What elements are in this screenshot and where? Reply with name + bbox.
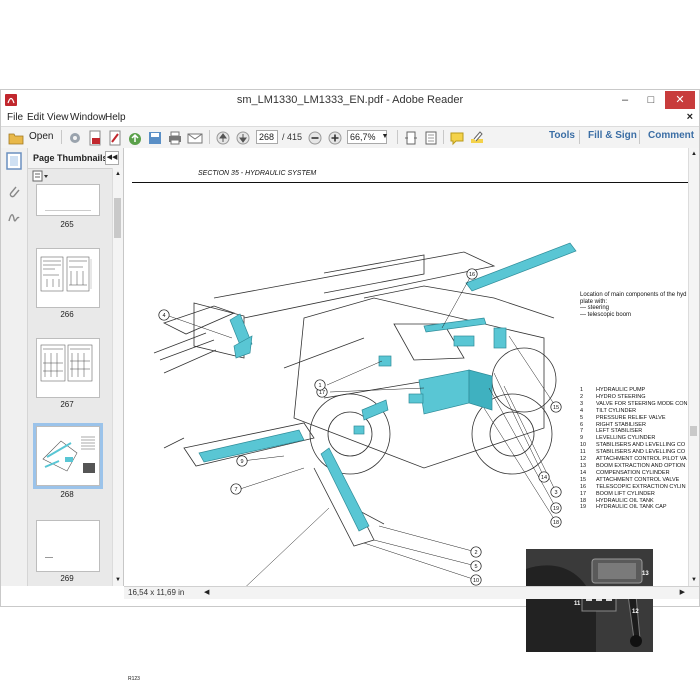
callout-label: 10 [473,578,479,584]
page-thumbnails-icon[interactable] [6,152,22,170]
callout-label: 7 [234,487,237,493]
email-icon[interactable] [187,130,203,146]
thumbnails-scrollbar[interactable]: ▲ ▼ [112,168,123,586]
thumbnail-page-number: 267 [60,400,74,409]
upload-icon[interactable] [127,130,143,146]
scroll-left-icon[interactable]: ◀ [204,588,209,596]
callout-label: 14 [541,475,547,481]
next-page-icon[interactable] [235,130,251,146]
page-size: 16,54 x 11,69 in [128,588,185,597]
zoom-out-icon[interactable] [307,130,323,146]
callout-label: 19 [553,506,559,512]
tools-tab[interactable]: Tools [549,130,575,141]
callout-label: 17 [319,390,325,396]
window-title: sm_LM1330_LM1333_EN.pdf - Adobe Reader [236,94,464,106]
callout-label: 15 [553,405,559,411]
edit-pdf-icon[interactable] [107,130,123,146]
thumbnail-page-selected[interactable] [33,423,103,489]
zoom-in-icon[interactable] [327,130,343,146]
page-total: / 415 [282,132,303,142]
fit-page-icon[interactable] [403,130,419,146]
thumbnail-page-number: 265 [60,220,74,229]
menu-edit[interactable]: Edit [27,112,44,123]
close-button[interactable]: ✕ [665,91,695,109]
callout-label: 1 [318,383,321,389]
toolbar-separator [209,130,210,144]
thumbnail-page-number: 268 [60,490,74,499]
thumbnail-options-icon[interactable] [32,170,50,182]
status-bar: 16,54 x 11,69 in ◀ ▶ [124,586,699,599]
highlight-icon[interactable] [469,130,485,146]
adobe-reader-window: sm_LM1330_LM1333_EN.pdf - Adobe Reader –… [0,89,700,682]
collapse-panel-button[interactable]: ◀◀ [105,151,119,165]
menu-file[interactable]: File [7,112,23,123]
callout-label: 9 [240,459,243,465]
menu-help[interactable]: Help [105,112,126,123]
folder-open-icon[interactable] [8,130,24,146]
panel-header: Page Thumbnails ◀◀ [28,148,123,169]
signatures-icon[interactable] [7,210,21,224]
instrument-panel-photo: 13 11 12 [526,549,653,652]
thumbnail-page[interactable] [36,520,100,572]
scroll-right-icon[interactable]: ▶ [680,588,685,596]
toolbar-separator [443,130,444,144]
print-icon[interactable] [167,130,183,146]
menu-bar: File Edit View Window Help × [1,110,699,126]
footer-code: R123 [128,676,140,682]
panel-title: Page Thumbnails [33,153,108,163]
document-scrollbar[interactable]: ▲ ▼ [688,148,699,586]
callout-label: 5 [474,564,477,570]
callout-label: 2 [474,550,477,556]
callout-label: 4 [162,313,165,319]
thumbnail-page-number: 269 [60,574,74,583]
photo-callout: 13 [642,571,649,577]
toolbar-separator [639,130,640,144]
sticky-note-icon[interactable] [449,130,465,146]
create-pdf-icon[interactable] [87,130,103,146]
toolbar-separator [579,130,580,144]
thumbnails-panel: Page Thumbnails ◀◀ 265 266 267 268 269 ▲… [28,148,124,586]
hydraulic-system-diagram: 4161711597143191825108 [153,242,577,586]
comment-tab[interactable]: Comment [648,130,694,141]
toolbar-separator [397,130,398,144]
settings-icon[interactable] [67,130,83,146]
fill-sign-tab[interactable]: Fill & Sign [588,130,637,141]
photo-callout: 11 [574,601,581,607]
navigation-rail [1,148,28,586]
menu-window[interactable]: Window [70,112,106,123]
thumbnail-page-number: 266 [60,310,74,319]
save-icon[interactable] [147,130,163,146]
title-bar: sm_LM1330_LM1333_EN.pdf - Adobe Reader –… [1,90,699,110]
full-screen-icon[interactable] [423,130,439,146]
menu-view[interactable]: View [47,112,69,123]
callout-label: 16 [469,272,475,278]
chevron-down-icon[interactable]: ▼ [380,130,390,144]
open-button[interactable]: Open [29,131,53,142]
attachments-icon[interactable] [7,184,21,198]
callout-label: 18 [553,520,559,526]
previous-page-icon[interactable] [215,130,231,146]
thumbnail-page[interactable] [36,184,100,216]
toolbar-separator [61,130,62,144]
callout-label: 3 [554,490,557,496]
thumbnail-page[interactable] [36,248,100,308]
close-document-icon[interactable]: × [687,111,693,123]
document-view[interactable]: SECTION 35 - HYDRAULIC SYSTEM Location o… [124,148,699,682]
photo-callout: 12 [632,609,639,615]
maximize-button[interactable]: □ [639,91,663,109]
minimize-button[interactable]: – [613,91,637,109]
page-number-input[interactable]: 268 [256,130,278,144]
toolbar: Open 268 / 415 66,7% ▼ Tools Fill & Sign… [1,126,699,150]
thumbnail-page[interactable] [36,338,100,398]
